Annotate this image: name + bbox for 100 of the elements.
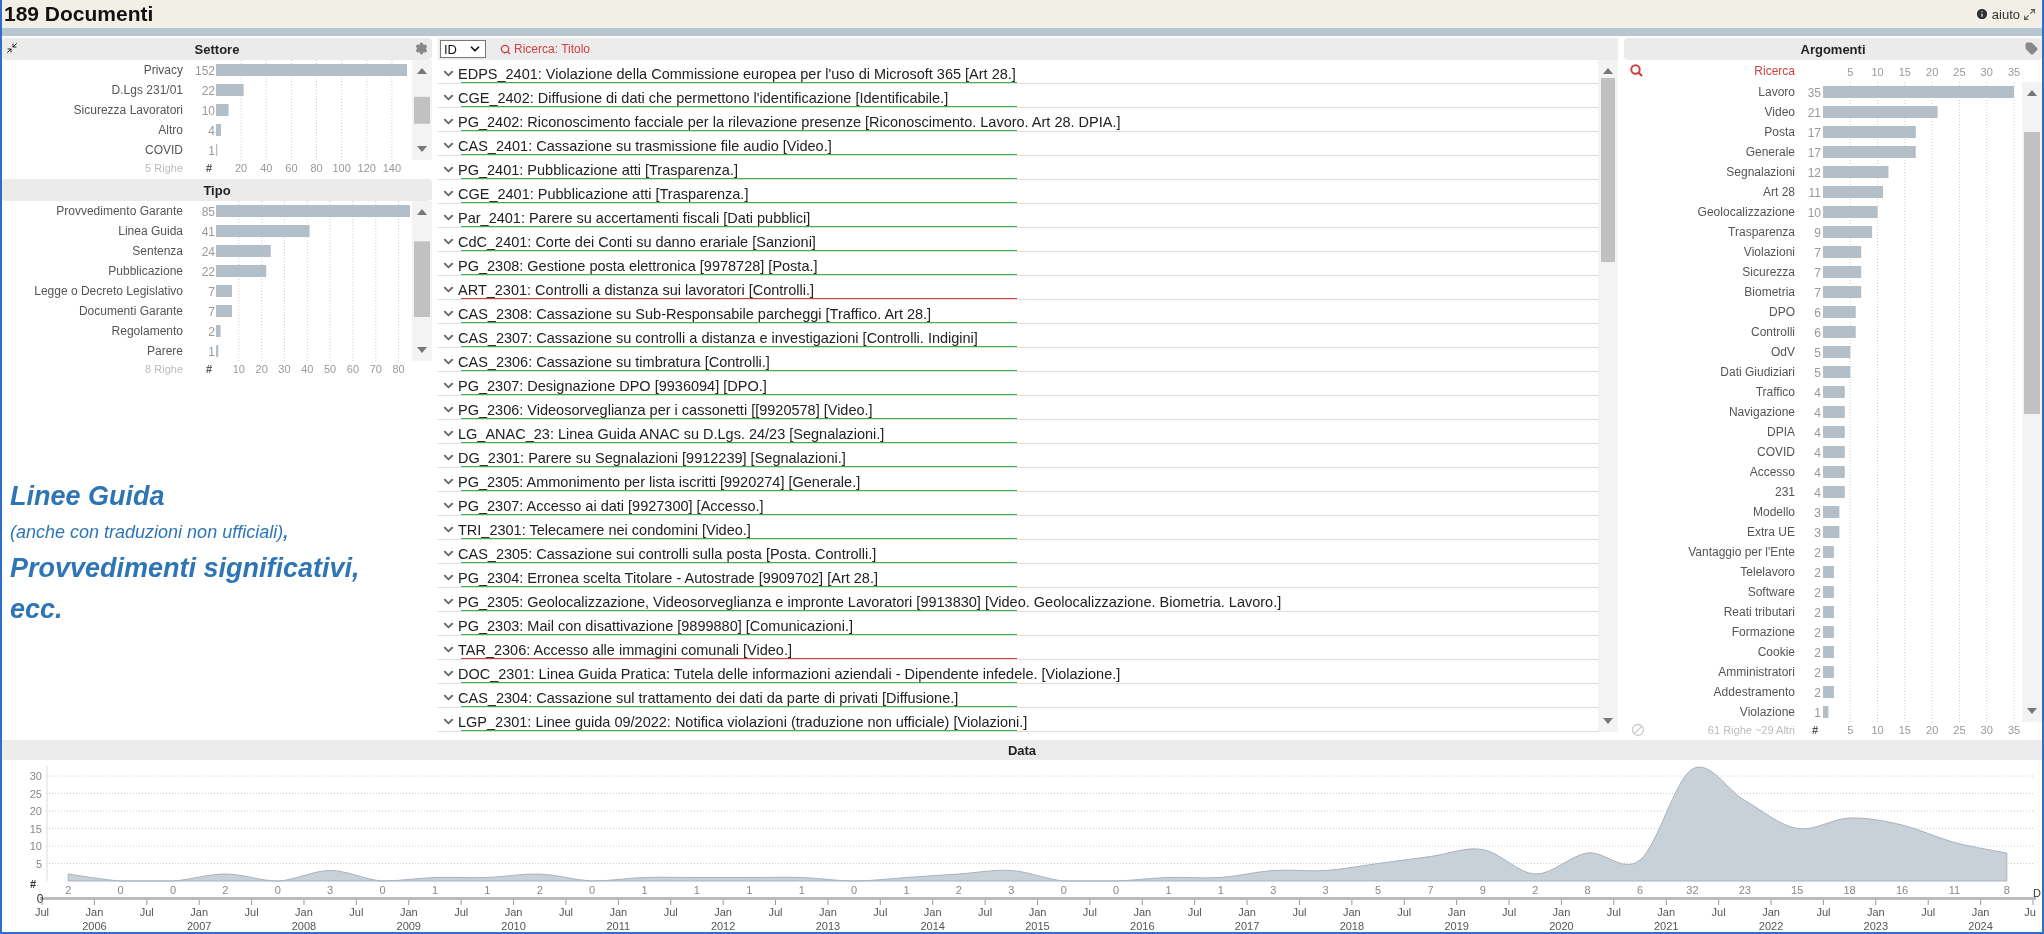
list-row[interactable]: PG_2308: Gestione posta elettronica [9978728] [Posta.]: [438, 252, 1598, 276]
category-label[interactable]: Accesso: [1749, 465, 1795, 479]
category-label[interactable]: OdV: [1771, 345, 1795, 359]
list-row[interactable]: CAS_2304: Cassazione sul trattamento dei dati da parte di privati [Diffusione.]: [438, 684, 1598, 708]
scrollbar[interactable]: [412, 201, 432, 361]
bar[interactable]: [216, 265, 267, 277]
category-label[interactable]: Generale: [1745, 145, 1795, 159]
category-label[interactable]: Addestramento: [1713, 685, 1795, 699]
list-row[interactable]: ART_2301: Controlli a distanza sui lavoratori [Controlli.]: [438, 276, 1598, 300]
list-row[interactable]: CGE_2402: Diffusione di dati che permettono l'identificazione [Identificabile.]: [438, 84, 1598, 108]
list-row[interactable]: CAS_2305: Cassazione sui controlli sulla posta [Posta. Controlli.]: [438, 540, 1598, 564]
bar[interactable]: [1823, 306, 1856, 318]
bar[interactable]: [216, 205, 410, 217]
category-label[interactable]: Sentenza: [132, 244, 183, 258]
list-row[interactable]: Par_2401: Parere su accertamenti fiscali [Dati pubblici]: [438, 204, 1598, 228]
bar[interactable]: [216, 245, 271, 257]
category-label[interactable]: COVID: [145, 143, 183, 157]
category-label[interactable]: COVID: [1757, 445, 1795, 459]
bar[interactable]: [1823, 706, 1829, 718]
category-label[interactable]: Cookie: [1757, 645, 1795, 659]
list-row[interactable]: PG_2305: Geolocalizzazione, Videosorveglianza e impronte Lavoratori [9913830] [Video. Geolocalizzazione. Biometria. Lavoro.]: [438, 588, 1598, 612]
bar[interactable]: [1823, 446, 1845, 458]
list-row[interactable]: CGE_2401: Pubblicazione atti [Trasparenza.]: [438, 180, 1598, 204]
category-label[interactable]: D.Lgs 231/01: [111, 83, 183, 97]
bar[interactable]: [216, 345, 219, 357]
category-label[interactable]: Privacy: [143, 63, 183, 77]
bar[interactable]: [216, 305, 232, 317]
list-row[interactable]: LGP_2301: Linee guida 09/2022: Notifica violazioni (traduzione non ufficiale) [Violazioni.]: [438, 708, 1598, 732]
bar[interactable]: [1823, 686, 1834, 698]
category-label[interactable]: Parere: [146, 344, 183, 358]
category-label[interactable]: Sicurezza: [1742, 265, 1795, 279]
bar[interactable]: [1823, 546, 1834, 558]
category-label[interactable]: Vantaggio per l'Ente: [1688, 545, 1795, 559]
list-row[interactable]: TRI_2301: Telecamere nei condomini [Video.]: [438, 516, 1598, 540]
list-row[interactable]: LG_ANAC_23: Linea Guida ANAC su D.Lgs. 24/23 [Segnalazioni.]: [438, 420, 1598, 444]
category-label[interactable]: Sicurezza Lavoratori: [73, 103, 183, 117]
category-label[interactable]: Formazione: [1731, 625, 1795, 639]
bar[interactable]: [1823, 206, 1878, 218]
bar[interactable]: [1823, 106, 1938, 118]
list-row[interactable]: PG_2307: Designazione DPO [9936094] [DPO.]: [438, 372, 1598, 396]
list-row[interactable]: PG_2307: Accesso ai dati [9927300] [Accesso.]: [438, 492, 1598, 516]
bar[interactable]: [1823, 146, 1916, 158]
bar[interactable]: [1823, 466, 1845, 478]
bar[interactable]: [216, 124, 222, 136]
bar[interactable]: [1823, 566, 1834, 578]
scrollbar[interactable]: [412, 60, 432, 160]
bar[interactable]: [1823, 606, 1834, 618]
category-label[interactable]: Controlli: [1751, 325, 1795, 339]
list-row[interactable]: CAS_2306: Cassazione su timbratura [Controlli.]: [438, 348, 1598, 372]
bar[interactable]: [1823, 626, 1834, 638]
bar[interactable]: [1823, 526, 1840, 538]
category-label[interactable]: DPO: [1769, 305, 1795, 319]
bar[interactable]: [216, 225, 310, 237]
bar[interactable]: [1823, 666, 1834, 678]
category-label[interactable]: Lavoro: [1758, 85, 1795, 99]
category-label[interactable]: Reati tributari: [1723, 605, 1795, 619]
settings-icon[interactable]: [415, 42, 428, 55]
category-label[interactable]: Modello: [1752, 505, 1795, 519]
list-row[interactable]: PG_2306: Videosorveglianza per i cassonetti [[9920578] [Video.]: [438, 396, 1598, 420]
bar[interactable]: [1823, 186, 1884, 198]
bar[interactable]: [1823, 266, 1862, 278]
category-label[interactable]: 231: [1774, 485, 1795, 499]
category-label[interactable]: Art 28: [1763, 185, 1795, 199]
sort-select[interactable]: ID: [440, 40, 486, 58]
bar[interactable]: [1823, 326, 1856, 338]
search-field[interactable]: Ricerca: Titolo: [500, 42, 591, 56]
list-row[interactable]: PG_2303: Mail con disattivazione [9899880] [Comunicazioni.]: [438, 612, 1598, 636]
bar[interactable]: [216, 325, 221, 337]
list-row[interactable]: PG_2305: Ammonimento per lista iscritti [9920274] [Generale.]: [438, 468, 1598, 492]
collapse-icon[interactable]: [6, 42, 18, 54]
list-row[interactable]: EDPS_2401: Violazione della Commissione europea per l'uso di Microsoft 365 [Art 28.]: [438, 60, 1598, 84]
category-label[interactable]: Linea Guida: [118, 224, 183, 238]
category-label[interactable]: Pubblicazione: [108, 264, 183, 278]
bar[interactable]: [1823, 506, 1840, 518]
bar[interactable]: [1823, 646, 1834, 658]
category-label[interactable]: Biometria: [1744, 285, 1795, 299]
list-row[interactable]: CAS_2308: Cassazione su Sub-Responsabile parcheggi [Traffico. Art 28.]: [438, 300, 1598, 324]
help-link[interactable]: aiuto: [1991, 6, 2020, 22]
bar[interactable]: [1823, 386, 1845, 398]
bar[interactable]: [1823, 366, 1851, 378]
category-label[interactable]: Extra UE: [1747, 525, 1795, 539]
category-label[interactable]: Legge o Decreto Legislativo: [34, 284, 183, 298]
category-label[interactable]: Violazioni: [1743, 245, 1795, 259]
category-label[interactable]: Dati Giudiziari: [1720, 365, 1795, 379]
category-label[interactable]: Posta: [1764, 125, 1795, 139]
category-label[interactable]: Amministratori: [1718, 665, 1795, 679]
bar[interactable]: [216, 285, 232, 297]
category-label[interactable]: Regolamento: [111, 324, 183, 338]
expand-icon[interactable]: [2023, 7, 2036, 21]
category-label[interactable]: Documenti Garante: [78, 304, 183, 318]
bar[interactable]: [1823, 126, 1916, 138]
category-label[interactable]: Geolocalizzazione: [1697, 205, 1795, 219]
clear-filter-icon[interactable]: [1631, 723, 1645, 737]
bar[interactable]: [216, 84, 244, 96]
category-label[interactable]: Telelavoro: [1740, 565, 1795, 579]
list-row[interactable]: DOC_2301: Linea Guida Pratica: Tutela delle informazioni aziendali - Dipendente infedele. [Violazione.]: [438, 660, 1598, 684]
list-row[interactable]: TAR_2306: Accesso alle immagini comunali [Video.]: [438, 636, 1598, 660]
category-label[interactable]: Video: [1764, 105, 1795, 119]
category-label[interactable]: Navigazione: [1728, 405, 1795, 419]
list-row[interactable]: PG_2304: Erronea scelta Titolare - Autostrade [9909702] [Art 28.]: [438, 564, 1598, 588]
